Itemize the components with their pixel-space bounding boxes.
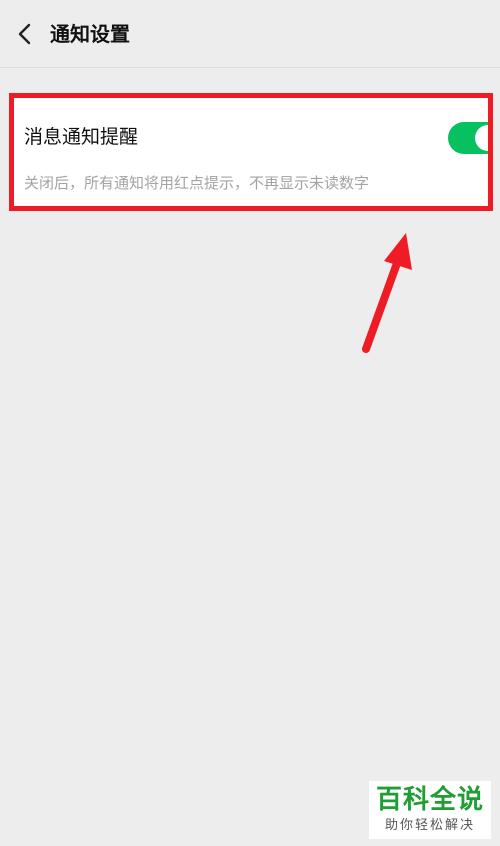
watermark-logo: 百科全说 助你轻松解决 xyxy=(369,781,491,839)
setting-label: 消息通知提醒 xyxy=(24,126,139,148)
chevron-left-icon xyxy=(18,23,31,45)
notification-setting-row: 消息通知提醒 关闭后，所有通知将用红点提示，不再显示未读数字 xyxy=(14,98,488,206)
arrow-up-icon xyxy=(362,233,412,353)
watermark-title: 百科全说 xyxy=(375,785,484,815)
toggle-knob xyxy=(475,125,488,151)
notification-toggle[interactable] xyxy=(448,122,488,154)
highlight-box: 消息通知提醒 关闭后，所有通知将用红点提示，不再显示未读数字 xyxy=(9,93,493,211)
watermark-subtitle: 助你轻松解决 xyxy=(384,818,475,833)
setting-description: 关闭后，所有通知将用红点提示，不再显示未读数字 xyxy=(24,174,370,192)
back-button[interactable] xyxy=(8,14,42,54)
page-title: 通知设置 xyxy=(50,22,130,46)
top-bar: 通知设置 xyxy=(0,0,500,68)
